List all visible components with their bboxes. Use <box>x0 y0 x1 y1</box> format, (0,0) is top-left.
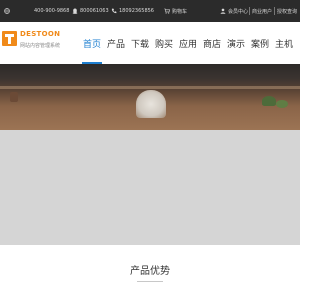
qq-penguin-icon <box>72 8 78 14</box>
nav-item-download[interactable]: 下载 <box>128 22 152 64</box>
nav-item-apps[interactable]: 应用 <box>176 22 200 64</box>
nav-item-cases[interactable]: 案例 <box>248 22 272 64</box>
auth-link[interactable]: 授权查询 <box>277 0 297 22</box>
nav-item-demo[interactable]: 演示 <box>224 22 248 64</box>
cart-icon <box>164 8 170 14</box>
user-icon <box>220 8 226 14</box>
section-title: 产品优势 <box>130 266 170 277</box>
globe-icon <box>4 8 10 14</box>
nav-label: 商店 <box>202 39 221 50</box>
nav-label: 首页 <box>82 39 101 50</box>
content-placeholder <box>0 130 300 245</box>
phone-number: 400-900-9868 <box>34 0 69 22</box>
nav-label: 主机 <box>274 39 293 50</box>
nav-item-hosting[interactable]: 主机 <box>272 22 296 64</box>
nav-label: 下载 <box>130 39 149 50</box>
nav-label: 应用 <box>178 39 197 50</box>
banner-shelf <box>0 86 300 89</box>
logo-brand[interactable]: DESTOON <box>20 30 60 38</box>
banner-plant <box>276 100 288 108</box>
member-link[interactable]: 会员中心 <box>220 0 248 22</box>
nav-label: 案例 <box>250 39 269 50</box>
qq-text: 800061063 <box>80 8 109 14</box>
nav-label: 产品 <box>106 39 125 50</box>
divider <box>249 7 250 15</box>
phone-icon <box>111 8 117 14</box>
hero-banner[interactable] <box>0 64 300 130</box>
mobile-text: 18092365856 <box>119 8 154 14</box>
auth-text: 授权查询 <box>277 8 298 15</box>
top-bar: 400-900-9868 800061063 18092365856 购物车 会… <box>0 0 300 22</box>
nav-item-products[interactable]: 产品 <box>104 22 128 64</box>
banner-lamp <box>136 90 166 118</box>
nav-item-home[interactable]: 首页 <box>80 22 104 64</box>
merchant-text: 商业用户 <box>252 8 273 15</box>
logo-icon[interactable] <box>2 31 17 46</box>
nav-item-store[interactable]: 商店 <box>200 22 224 64</box>
logo-tagline: 网站内容管理系统 <box>20 43 61 49</box>
divider <box>274 7 275 15</box>
cart-link[interactable]: 购物车 <box>164 0 187 22</box>
globe-link[interactable] <box>4 0 10 22</box>
phone-text: 400-900-9868 <box>34 8 70 14</box>
qq-contact[interactable]: 800061063 <box>72 0 109 22</box>
nav-label: 演示 <box>226 39 245 50</box>
banner-plant <box>262 96 276 106</box>
mobile-contact[interactable]: 18092365856 <box>111 0 154 22</box>
member-text: 会员中心 <box>228 8 249 15</box>
site-header: DESTOON 网站内容管理系统 首页 产品 下载 购买 应用 商店 演示 案例… <box>0 22 300 64</box>
cart-text: 购物车 <box>172 8 188 15</box>
merchant-link[interactable]: 商业用户 <box>252 0 272 22</box>
banner-cup <box>10 92 18 102</box>
section-divider <box>137 281 163 282</box>
nav-item-buy[interactable]: 购买 <box>152 22 176 64</box>
nav-label: 购买 <box>154 39 173 50</box>
